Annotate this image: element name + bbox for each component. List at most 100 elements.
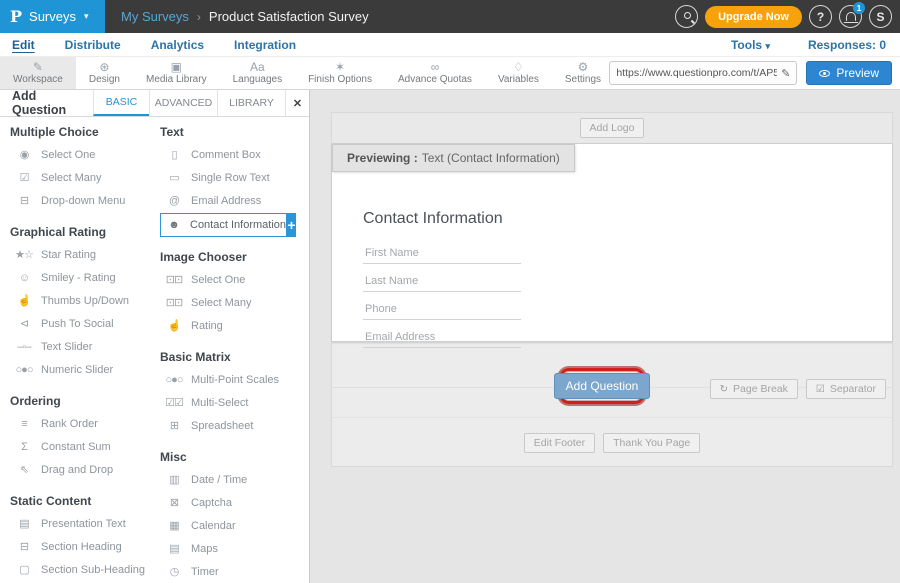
- languages-icon: Aa: [250, 61, 265, 74]
- question-type-select-one[interactable]: ⊡⊡Select One: [160, 268, 300, 291]
- question-type-comment-box[interactable]: ▯Comment Box: [160, 143, 300, 166]
- tab-advanced[interactable]: ADVANCED: [149, 90, 217, 116]
- toolbar-item-label: Advance Quotas: [398, 74, 472, 85]
- image-rating-icon: ☝: [164, 319, 184, 332]
- toolbar-item-finish-options[interactable]: ✶Finish Options: [295, 57, 385, 89]
- multi-point-icon: ○●○: [164, 374, 184, 386]
- question-type-section-heading[interactable]: ⊟Section Heading: [10, 535, 160, 558]
- toolbar-item-design[interactable]: ⊛Design: [76, 57, 133, 89]
- field-last-name[interactable]: Last Name: [363, 270, 521, 292]
- preview-card-wrap: Previewing : Text (Contact Information) …: [332, 143, 892, 342]
- panel-body: Multiple Choice◉Select One☑Select Many⊟D…: [0, 117, 309, 583]
- checkbox-list-icon: ☑: [14, 171, 34, 184]
- question-type-maps[interactable]: ▤Maps: [160, 537, 300, 560]
- question-type-captcha[interactable]: ⊠Captcha: [160, 491, 300, 514]
- question-type-contact-information-selected[interactable]: ☻Contact Information+: [160, 213, 296, 237]
- add-question-type-button[interactable]: +: [287, 213, 296, 237]
- presentation-text-icon: ▤: [14, 517, 34, 530]
- question-type-email-address[interactable]: @Email Address: [160, 189, 300, 212]
- tab-basic[interactable]: BASIC: [93, 90, 149, 116]
- section-misc: Misc▥Date / Time⊠Captcha▦Calendar▤Maps◷T…: [160, 446, 300, 583]
- question-type-select-many[interactable]: ☑Select Many: [10, 166, 160, 189]
- toolbar-item-settings[interactable]: ⚙Settings: [552, 57, 614, 89]
- question-type-drop-down-menu[interactable]: ⊟Drop-down Menu: [10, 189, 160, 212]
- upgrade-button[interactable]: Upgrade Now: [705, 6, 802, 28]
- question-type-label: Spreadsheet: [191, 420, 253, 432]
- sigma-icon: Σ: [14, 441, 34, 453]
- question-type-timer[interactable]: ◷Timer: [160, 560, 300, 583]
- question-type-constant-sum[interactable]: ΣConstant Sum: [10, 435, 160, 458]
- toolbar-item-media-library[interactable]: ▣Media Library: [133, 57, 220, 89]
- toolbar-item-label: Media Library: [146, 74, 207, 85]
- question-type-multi-select[interactable]: ☑☑Multi-Select: [160, 391, 300, 414]
- question-type-thumbs-up-down[interactable]: ☝Thumbs Up/Down: [10, 289, 160, 312]
- avatar[interactable]: S: [869, 5, 892, 28]
- question-type-presentation-text[interactable]: ▤Presentation Text: [10, 512, 160, 535]
- toolbar-item-variables[interactable]: ♢Variables: [485, 57, 552, 89]
- notifications-button[interactable]: 1: [839, 5, 862, 28]
- question-type-label: Multi-Select: [191, 397, 248, 409]
- question-type-drag-and-drop[interactable]: ⇖Drag and Drop: [10, 458, 160, 481]
- preview-button[interactable]: Preview: [806, 61, 892, 85]
- questionpro-logo: P: [10, 7, 22, 26]
- edit-footer-button[interactable]: Edit Footer: [524, 433, 595, 453]
- help-button[interactable]: ?: [809, 5, 832, 28]
- footer-buttons-row: Edit Footer Thank You Page: [332, 420, 892, 466]
- toolbar-item-workspace[interactable]: ✎Workspace: [0, 57, 76, 89]
- search-button[interactable]: [675, 5, 698, 28]
- question-type-star-rating[interactable]: ★☆ Star Rating: [10, 243, 160, 266]
- survey-url-box[interactable]: https://www.questionpro.com/t/AP53kZgUI …: [609, 61, 797, 85]
- add-question-button[interactable]: Add Question: [554, 373, 651, 399]
- breadcrumb-separator: ›: [197, 10, 201, 24]
- separator-button[interactable]: ☑ Separator: [806, 379, 886, 399]
- toolbar-item-advance-quotas[interactable]: ∞Advance Quotas: [385, 57, 485, 89]
- close-icon[interactable]: ✕: [285, 90, 309, 116]
- section-subheading-icon: ▢: [14, 563, 34, 576]
- question-type-label: Rating: [191, 320, 223, 332]
- product-switcher[interactable]: P Surveys ▾: [0, 0, 105, 33]
- question-type-multi-point-scales[interactable]: ○●○Multi-Point Scales: [160, 368, 300, 391]
- nav-tab-edit[interactable]: Edit: [12, 38, 35, 52]
- section-text: Text▯Comment Box▭Single Row Text@Email A…: [160, 121, 300, 237]
- question-type-calendar[interactable]: ▦Calendar: [160, 514, 300, 537]
- toolbar-item-languages[interactable]: AaLanguages: [220, 57, 296, 89]
- responses-count[interactable]: Responses: 0: [808, 38, 886, 52]
- question-type-rank-order[interactable]: ≡Rank Order: [10, 412, 160, 435]
- page-break-button[interactable]: ↻ Page Break: [710, 379, 798, 399]
- tools-menu[interactable]: Tools ▾: [731, 38, 770, 52]
- edit-url-icon[interactable]: ✎: [781, 67, 790, 80]
- nav-tab-analytics[interactable]: Analytics: [151, 38, 204, 52]
- add-logo-button[interactable]: Add Logo: [580, 118, 645, 138]
- question-preview-card: Contact Information First NameLast NameP…: [332, 143, 892, 342]
- stars-icon: ★☆: [14, 248, 34, 261]
- question-type-contact-information[interactable]: ☻Contact Information: [160, 213, 287, 237]
- question-type-spreadsheet[interactable]: ⊞Spreadsheet: [160, 414, 300, 437]
- single-row-icon: ▭: [164, 171, 184, 184]
- question-type-smiley-rating[interactable]: ☺Smiley - Rating: [10, 266, 160, 289]
- design-palette-icon: ⊛: [99, 61, 109, 74]
- question-type-push-to-social[interactable]: ⊲Push To Social: [10, 312, 160, 335]
- question-type-numeric-slider[interactable]: ○●○Numeric Slider: [10, 358, 160, 381]
- question-type-select-one[interactable]: ◉Select One: [10, 143, 160, 166]
- nav-tab-integration[interactable]: Integration: [234, 38, 296, 52]
- numeric-slider-icon: ○●○: [14, 364, 34, 376]
- survey-page-container: Add Logo Previewing : Text (Contact Info…: [331, 112, 893, 467]
- question-type-section-sub-heading[interactable]: ▢ Section Sub-Heading: [10, 558, 160, 581]
- nav-tab-distribute[interactable]: Distribute: [65, 38, 121, 52]
- share-icon: ⊲: [14, 317, 34, 330]
- question-type-label: Section Sub-Heading: [41, 564, 145, 576]
- question-type-single-row-text[interactable]: ▭Single Row Text: [160, 166, 300, 189]
- field-first-name[interactable]: First Name: [363, 242, 521, 264]
- thank-you-page-button[interactable]: Thank You Page: [603, 433, 700, 453]
- question-type-date-time[interactable]: ▥Date / Time: [160, 468, 300, 491]
- date-time-icon: ▥: [164, 473, 184, 486]
- tab-library[interactable]: LIBRARY: [217, 90, 285, 116]
- breadcrumb-my-surveys[interactable]: My Surveys: [121, 9, 189, 24]
- question-type-label: Star Rating: [41, 249, 96, 261]
- question-type-label: Select One: [41, 149, 95, 161]
- question-type-text-slider[interactable]: –◦–Text Slider: [10, 335, 160, 358]
- field-phone[interactable]: Phone: [363, 298, 521, 320]
- question-type-select-many[interactable]: ⊡⊡Select Many: [160, 291, 300, 314]
- contact-form-fields: First NameLast NamePhoneEmail Address: [363, 242, 892, 348]
- question-type-rating[interactable]: ☝ Rating: [160, 314, 300, 337]
